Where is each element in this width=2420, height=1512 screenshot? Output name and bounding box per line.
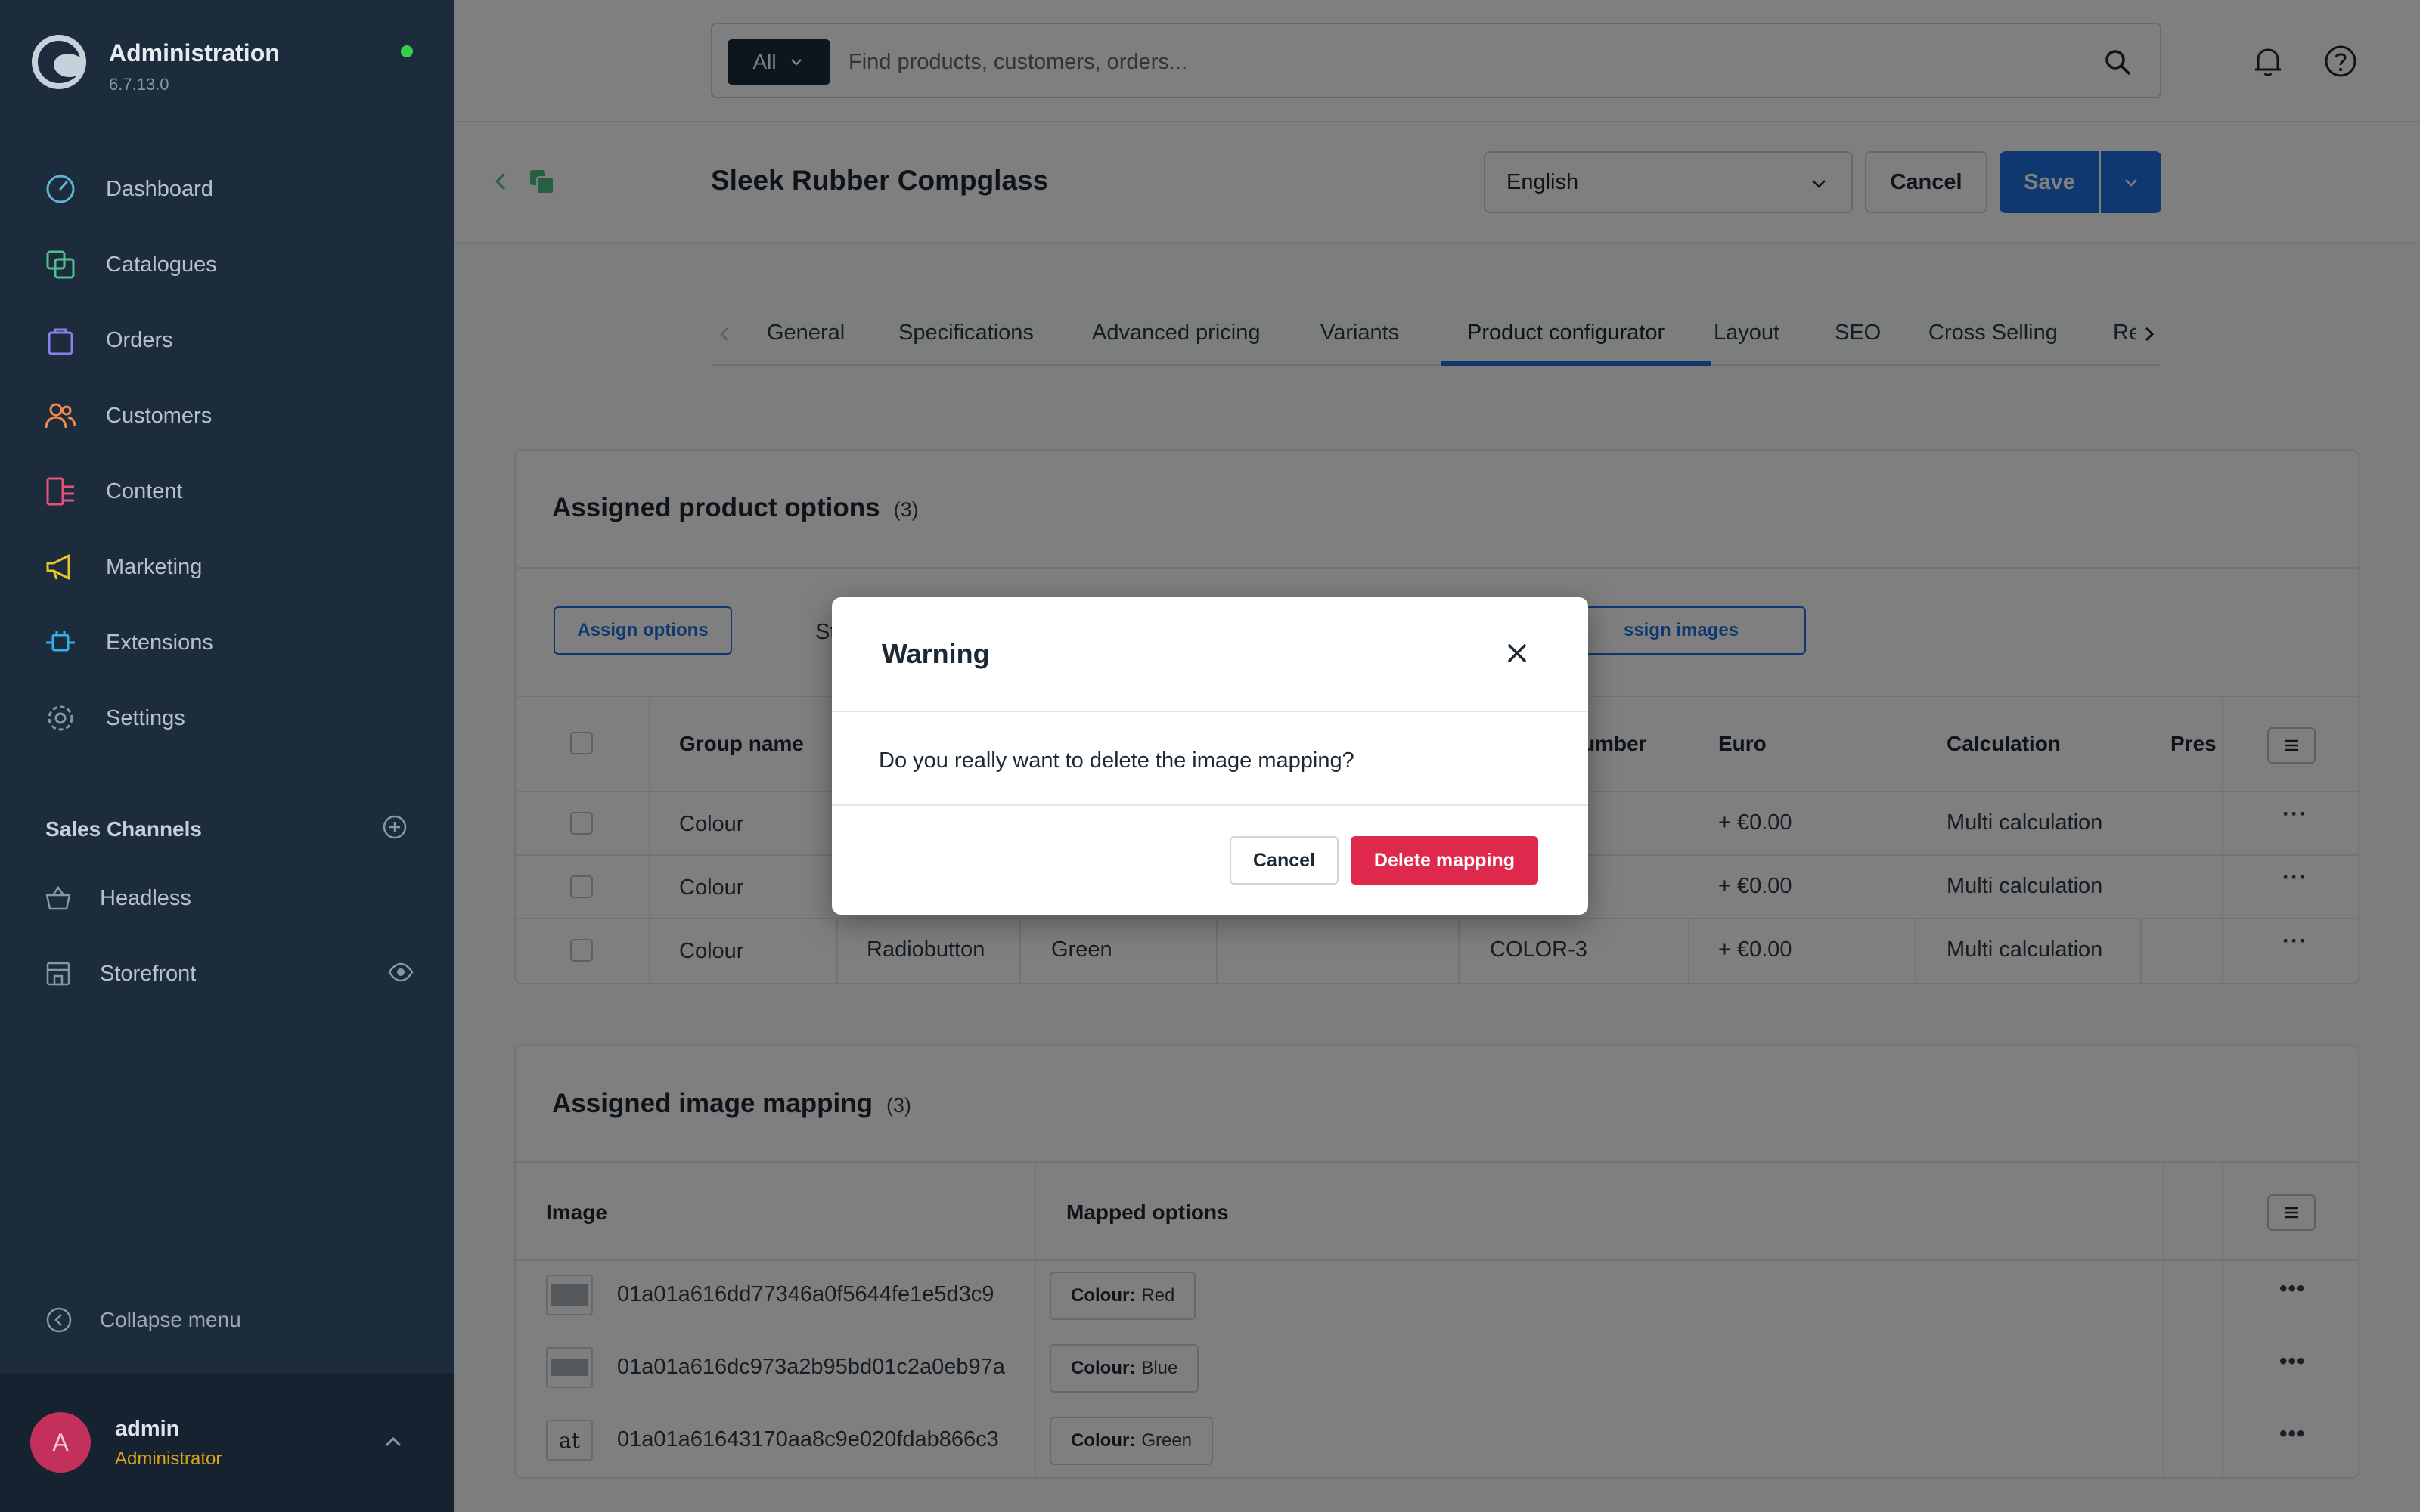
eye-icon [388,962,414,981]
main-navigation: Dashboard Catalogues Orders Customers Co… [0,151,454,756]
gear-icon [48,705,73,731]
add-sales-channel-button[interactable] [381,813,408,844]
sales-channel-storefront[interactable]: Storefront [44,951,414,996]
sidebar-item-label: Customers [106,403,213,428]
chevron-left-circle-icon [46,1307,72,1333]
sidebar-item-label: Orders [106,327,173,352]
content-icon [46,477,74,506]
sidebar-item-label: Extensions [106,630,213,655]
sidebar-item-orders[interactable]: Orders [0,302,454,378]
plus-circle-icon [383,815,407,839]
divider [832,804,1588,806]
storefront-preview-button[interactable] [387,959,414,990]
sidebar-item-label: Dashboard [106,176,213,201]
sidebar-item-extensions[interactable]: Extensions [0,605,454,680]
avatar: A [30,1412,91,1473]
close-icon[interactable] [1502,638,1532,668]
sidebar-item-label: Content [106,479,183,503]
user-name: admin [115,1417,180,1441]
sales-channel-label: Headless [100,885,191,910]
divider [832,711,1588,712]
sidebar-item-dashboard[interactable]: Dashboard [0,151,454,227]
app-version: 6.7.13.0 [109,75,169,94]
stack-icon [46,250,75,279]
gauge-icon [46,175,75,203]
shopware-logo-icon [32,35,86,89]
users-icon [45,403,76,429]
user-menu[interactable]: A admin Administrator [0,1373,454,1512]
modal-message: Do you really want to delete the image m… [879,748,1354,773]
status-online-indicator [401,45,413,57]
user-role: Administrator [115,1448,222,1469]
sales-channel-label: Storefront [100,961,197,986]
sidebar: Administration 6.7.13.0 Dashboard Catalo… [0,0,454,1512]
sales-channels-header: Sales Channels [45,813,408,844]
warning-modal: Warning Do you really want to delete the… [832,597,1588,915]
sidebar-item-content[interactable]: Content [0,454,454,529]
sidebar-item-label: Marketing [106,554,203,579]
plug-icon [46,631,75,652]
megaphone-icon [46,554,70,580]
sidebar-item-marketing[interactable]: Marketing [0,529,454,605]
sidebar-item-customers[interactable]: Customers [0,378,454,454]
sidebar-item-catalogues[interactable]: Catalogues [0,227,454,302]
sales-channel-headless[interactable]: Headless [44,875,414,921]
shopping-bag-icon [48,328,73,355]
sales-channels-title: Sales Channels [45,816,202,841]
chevron-up-icon[interactable] [380,1429,407,1456]
delete-mapping-button[interactable]: Delete mapping [1351,836,1538,885]
sidebar-item-settings[interactable]: Settings [0,680,454,756]
modal-cancel-button[interactable]: Cancel [1230,836,1339,885]
store-icon [46,962,70,986]
sidebar-item-label: Settings [106,705,185,730]
collapse-menu-label: Collapse menu [100,1308,241,1331]
sidebar-item-label: Catalogues [106,252,217,277]
collapse-menu-button[interactable]: Collapse menu [44,1305,241,1335]
app-title: Administration [109,39,280,67]
modal-title: Warning [882,638,990,669]
brand: Administration 6.7.13.0 [30,33,280,94]
basket-icon [45,885,71,910]
